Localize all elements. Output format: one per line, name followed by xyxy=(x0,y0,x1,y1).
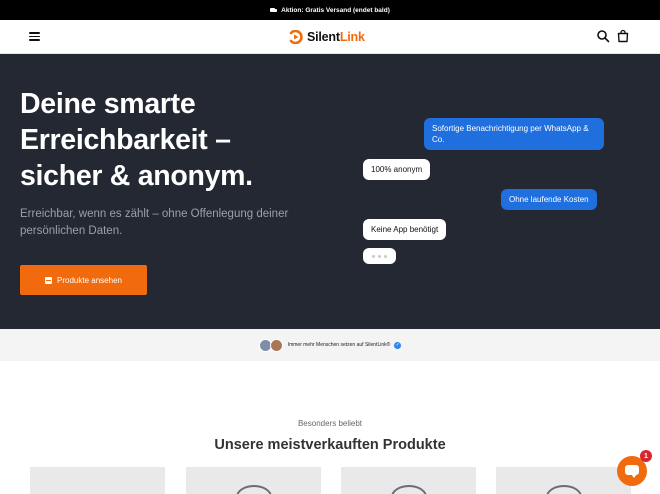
chat-bubble-incoming: 100% anonym xyxy=(363,159,431,180)
product-card[interactable] xyxy=(186,467,321,494)
logo-mark-icon xyxy=(289,30,303,44)
product-image xyxy=(390,485,427,494)
chat-bubble-incoming: Keine App benötigt xyxy=(363,219,447,240)
store-icon xyxy=(45,276,53,284)
chat-bubble-icon xyxy=(625,465,639,478)
chat-bubble-outgoing: Sofortige Benachrichtigung per WhatsApp … xyxy=(424,118,604,150)
site-header: SilentLink xyxy=(0,20,660,54)
chat-notification-badge: 1 xyxy=(640,450,652,462)
typing-indicator xyxy=(363,248,396,264)
view-products-label: Produkte ansehen xyxy=(57,275,122,285)
hero-title: Deine smarte Erreichbarkeit – sicher & a… xyxy=(20,88,253,192)
product-card[interactable] xyxy=(341,467,476,494)
hero-subtitle: Erreichbar, wenn es zählt – ohne Offenle… xyxy=(20,208,289,237)
chat-bubble-outgoing: Ohne laufende Kosten xyxy=(501,189,597,210)
announcement-bar: Aktion: Gratis Versand (endet bald) xyxy=(0,0,660,20)
verified-check-icon: ✓ xyxy=(394,341,402,349)
announcement-text: Aktion: Gratis Versand (endet bald) xyxy=(281,6,390,14)
section-eyebrow: Besonders beliebt xyxy=(297,419,363,428)
trust-bar: Immer mehr Menschen setzen auf SilentLin… xyxy=(0,329,660,361)
truck-icon xyxy=(270,7,278,13)
view-products-button[interactable]: Produkte ansehen xyxy=(20,265,147,295)
search-icon[interactable] xyxy=(596,29,610,43)
section-title: Unsere meistverkauften Produkte xyxy=(214,437,446,453)
logo-text: SilentLink xyxy=(307,30,365,44)
product-image xyxy=(545,485,582,494)
product-card[interactable] xyxy=(496,467,631,494)
trust-text: Immer mehr Menschen setzen auf SilentLin… xyxy=(287,342,391,348)
site-logo[interactable]: SilentLink xyxy=(289,28,365,46)
hero-section: Deine smarte Erreichbarkeit – sicher & a… xyxy=(0,54,660,329)
product-card[interactable] xyxy=(30,467,165,494)
product-image xyxy=(235,485,272,494)
hamburger-menu-icon[interactable] xyxy=(29,31,40,41)
shopping-bag-icon[interactable] xyxy=(616,29,630,43)
avatar xyxy=(269,338,283,352)
customer-avatars xyxy=(258,338,284,352)
